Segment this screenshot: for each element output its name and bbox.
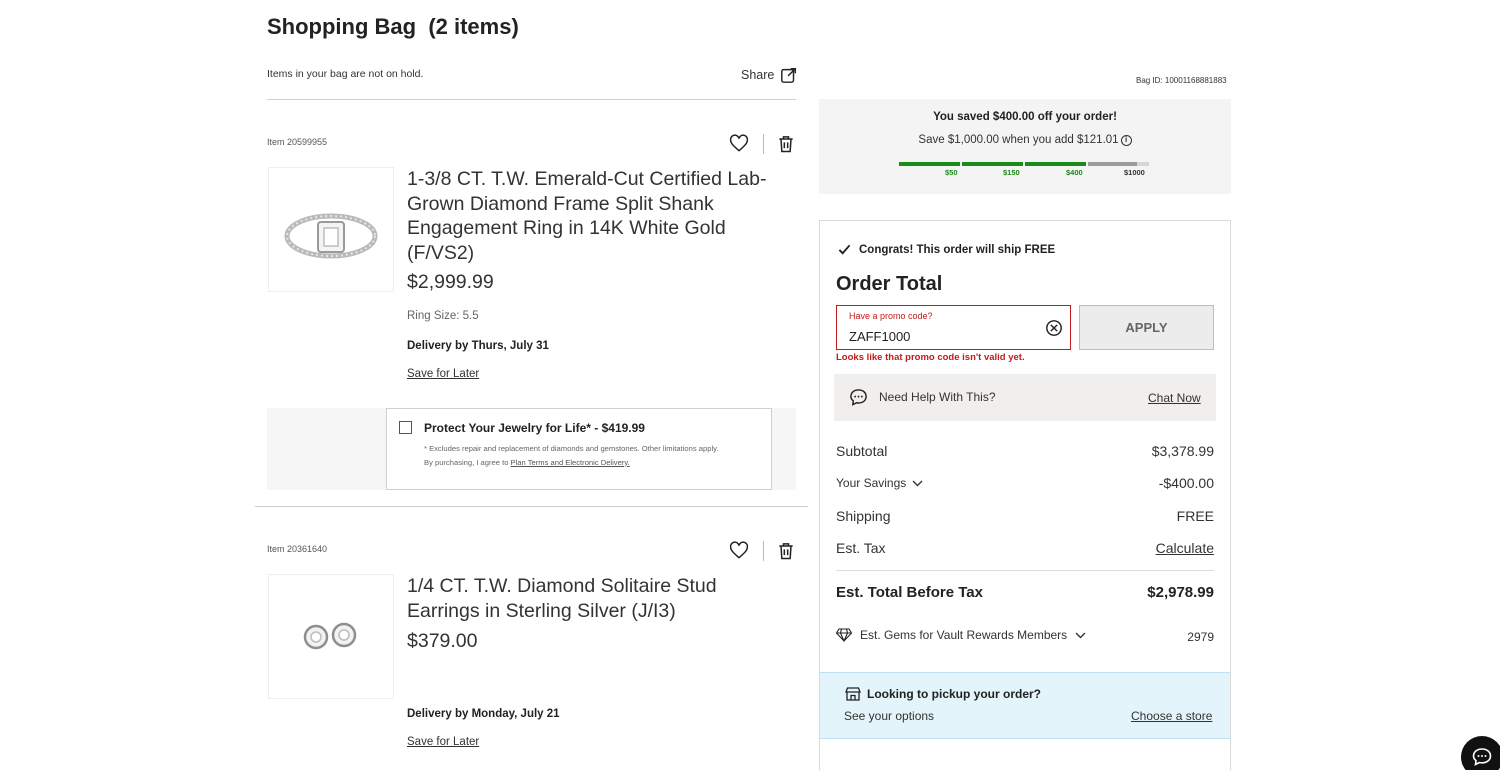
trash-icon — [779, 543, 793, 560]
your-savings-toggle[interactable]: Your Savings — [836, 476, 923, 490]
protection-plan-fine-print: * Excludes repair and replacement of dia… — [424, 442, 769, 469]
promo-code-field[interactable]: Have a promo code? — [836, 305, 1071, 350]
savings-value: -$400.00 — [1158, 475, 1214, 491]
promo-code-input[interactable] — [849, 326, 1039, 346]
delivery-estimate: Delivery by Monday, July 21 — [407, 708, 560, 720]
product-image[interactable] — [268, 574, 394, 699]
chat-icon — [1472, 748, 1492, 766]
bag-id: Bag ID: 10001168881883 — [1136, 76, 1227, 85]
total-label: Est. Total Before Tax — [836, 584, 983, 601]
promo-code-label: Have a promo code? — [849, 311, 933, 321]
save-for-later-link[interactable]: Save for Later — [407, 368, 479, 380]
pickup-banner — [820, 672, 1230, 739]
product-price: $379.00 — [407, 630, 478, 652]
gems-toggle[interactable]: Est. Gems for Vault Rewards Members — [836, 628, 1086, 642]
protection-fine-print-1: * Excludes repair and replacement of dia… — [424, 444, 719, 453]
subtotal-label: Subtotal — [836, 443, 888, 459]
trash-icon — [779, 136, 793, 153]
earrings-image — [303, 622, 357, 649]
share-label: Share — [741, 68, 775, 82]
save-more-text: Save $1,000.00 when you add $121.01 — [918, 134, 1119, 146]
gem-icon — [836, 628, 852, 642]
store-icon — [845, 687, 861, 701]
calculate-tax-link[interactable]: Calculate — [1156, 540, 1214, 556]
savings-tier-bar — [1025, 162, 1086, 166]
page-title: Shopping Bag (2 items) — [267, 14, 519, 39]
heart-icon — [729, 541, 749, 559]
savings-tier-bar — [962, 162, 1023, 166]
plan-terms-link[interactable]: Plan Terms and Electronic Delivery. — [511, 458, 630, 467]
save-more-message: Save $1,000.00 when you add $121.01 i — [819, 134, 1231, 146]
savings-tier-label: $400 — [1066, 168, 1083, 177]
chat-fab-button[interactable] — [1461, 736, 1500, 770]
share-icon — [781, 67, 797, 83]
ring-size: Ring Size: 5.5 — [407, 310, 479, 322]
apply-promo-button[interactable]: APPLY — [1079, 305, 1214, 350]
pickup-subtitle: See your options — [844, 709, 935, 723]
protection-fine-print-2: By purchasing, I agree to — [424, 457, 511, 467]
heart-icon — [729, 134, 749, 152]
info-icon[interactable]: i — [1120, 134, 1132, 146]
choose-store-link[interactable]: Choose a store — [1131, 709, 1212, 723]
pickup-title-text: Looking to pickup your order? — [867, 687, 1041, 701]
ring-image — [284, 213, 378, 258]
protection-plan-checkbox[interactable] — [399, 421, 412, 434]
savings-tier-label: $50 — [945, 168, 958, 177]
share-button[interactable]: Share — [741, 66, 798, 84]
product-title[interactable]: 1-3/8 CT. T.W. Emerald-Cut Certified Lab… — [407, 167, 787, 265]
free-shipping-text: Congrats! This order will ship FREE — [859, 243, 1056, 256]
product-price: $2,999.99 — [407, 271, 494, 293]
product-title[interactable]: 1/4 CT. T.W. Diamond Solitaire Stud Earr… — [407, 574, 767, 623]
shipping-label: Shipping — [836, 508, 891, 524]
checkmark-icon — [838, 244, 851, 255]
product-image[interactable] — [268, 167, 394, 292]
item-number: Item 20599955 — [267, 137, 328, 147]
hold-note: Items in your bag are not on hold. — [267, 68, 424, 80]
wishlist-button[interactable] — [728, 540, 750, 562]
save-for-later-link[interactable]: Save for Later — [407, 736, 479, 748]
savings-tier-label: $1000 — [1124, 168, 1145, 177]
icon-divider — [763, 134, 764, 154]
tax-label: Est. Tax — [836, 540, 886, 556]
chevron-down-icon — [912, 480, 923, 486]
savings-tier-bar — [899, 162, 960, 166]
chat-bubble-icon — [850, 389, 867, 406]
savings-message: You saved $400.00 off your order! — [933, 111, 1117, 123]
wishlist-button[interactable] — [728, 133, 750, 155]
gems-label: Est. Gems for Vault Rewards Members — [860, 628, 1068, 642]
your-savings-label: Your Savings — [836, 476, 907, 490]
chat-now-link[interactable]: Chat Now — [1148, 391, 1201, 405]
delivery-estimate: Delivery by Thurs, July 31 — [407, 340, 549, 352]
item-divider — [255, 506, 808, 507]
header-divider — [267, 99, 796, 100]
chevron-down-icon — [1075, 632, 1086, 638]
free-shipping-notice: Congrats! This order will ship FREE — [838, 243, 1055, 256]
shipping-value: FREE — [1176, 508, 1214, 524]
remove-item-button[interactable] — [775, 540, 797, 562]
total-value: $2,978.99 — [1147, 584, 1214, 601]
gems-value: 2979 — [1187, 630, 1214, 644]
clear-circle-icon[interactable] — [1045, 319, 1063, 337]
remove-item-button[interactable] — [775, 133, 797, 155]
order-total-title: Order Total — [836, 273, 943, 295]
promo-error-message: Looks like that promo code isn't valid y… — [836, 352, 1025, 363]
help-text: Need Help With This? — [879, 390, 996, 404]
icon-divider — [763, 541, 764, 561]
summary-divider — [836, 570, 1214, 571]
savings-tier-label: $150 — [1003, 168, 1020, 177]
pickup-title: Looking to pickup your order? — [845, 687, 1041, 701]
item-number: Item 20361640 — [267, 544, 328, 554]
subtotal-value: $3,378.99 — [1151, 443, 1214, 459]
savings-tier-track — [1137, 162, 1149, 166]
protection-plan-title: Protect Your Jewelry for Life* - $419.99 — [424, 421, 645, 435]
